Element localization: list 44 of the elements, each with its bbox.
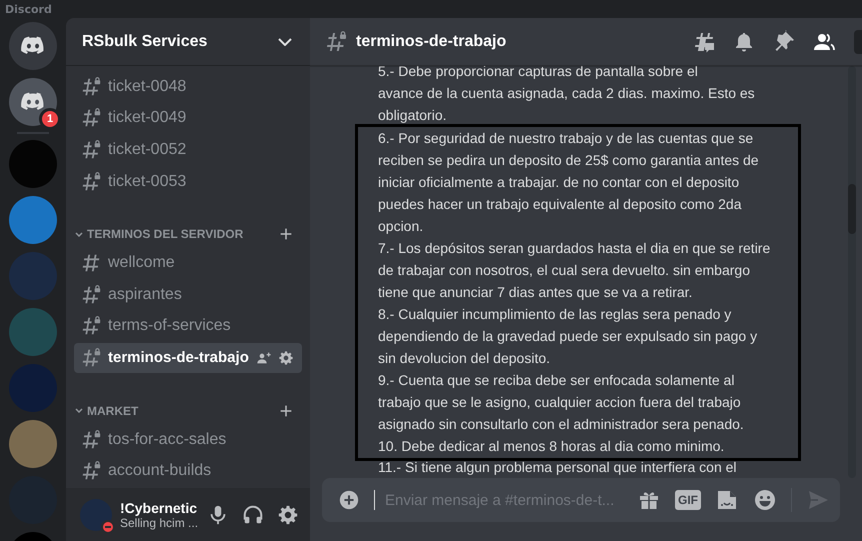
channel-item[interactable]: terminos-de-trabajo <box>74 343 302 373</box>
settings-icon[interactable] <box>276 504 299 526</box>
channel-item[interactable]: tos-for-acc-sales <box>74 424 302 454</box>
channel-item[interactable]: terms-of-services <box>74 312 302 342</box>
emoji-icon <box>753 488 777 512</box>
message-text: 7.- Los depósitos seran guardados hasta el dia en que se retire de trabajar con nosotros, el cual sera devuelto. sin embargo tiene que anunciar 7 dias antes que se va a retirar. <box>378 239 772 302</box>
attach-button[interactable] <box>338 489 360 511</box>
app-title: Discord <box>5 2 52 16</box>
user-avatar[interactable] <box>80 498 112 530</box>
channel-title: terminos-de-trabajo <box>356 32 508 50</box>
plus-circle-icon <box>338 489 360 511</box>
category-label[interactable]: TERMINOS DEL SERVIDOR <box>87 227 277 242</box>
send-icon <box>806 488 830 512</box>
headphones-icon[interactable] <box>242 504 264 526</box>
custom-status: Selling hcim ... <box>120 516 198 530</box>
channel-item[interactable]: ticket-0052 <box>74 135 302 165</box>
message-text: 8.- Cualquier incumplimiento de las reglas sera penado y dependiendo de la gravedad puede ser expulsado sin pago y sin devolucion del deposito. <box>378 305 758 368</box>
channel-item[interactable]: ticket-0048 <box>74 72 302 102</box>
emoji-button[interactable] <box>753 488 777 512</box>
channel-item[interactable]: ticket-0053 <box>74 166 302 196</box>
username: !Cybernetic <box>120 500 198 516</box>
scrollbar[interactable] <box>848 66 856 478</box>
channel-item[interactable]: account-builds <box>74 456 302 486</box>
chevron-down-icon <box>278 38 292 46</box>
add-channel-icon <box>278 226 294 242</box>
channel-item[interactable]: aspirantes <box>74 280 302 310</box>
message-text: 10. Debe dedicar al menos 8 horas al dia como minimo. <box>378 437 726 456</box>
notification-badge: 1 <box>39 108 61 130</box>
server-name[interactable]: RSbulk Services <box>82 32 208 50</box>
settings-icon[interactable] <box>278 350 294 366</box>
sticker-button[interactable] <box>715 488 739 512</box>
add-channel-icon <box>278 402 294 419</box>
message-text: 9.- Cuenta que se reciba debe ser enfocada solamente al trabajo que se le asigno, cualquier accion fuera del trabajo asignado sin consultarlo con el administrador sera penado. <box>378 371 745 434</box>
add-person-icon[interactable] <box>256 350 272 366</box>
channel-item[interactable]: ticket-0049 <box>74 104 302 134</box>
search-field[interactable] <box>854 30 862 54</box>
message-text: 5.- Debe proporcionar capturas de pantalla sobre el avance de la cuenta asignada, cada 2 dias. maximo. Esto es obligatorio. <box>378 62 756 125</box>
message-text: 6.- Por seguridad de nuestro trabajo y de las cuentas que se reciben se pedira un deposito de 25$ como garantia antes de iniciar oficialmente a trabajar. de no contar con el deposito puedes hacer un trabajo equivalente al deposito como 2da opcion. <box>378 129 760 236</box>
channel-item[interactable]: wellcome <box>74 248 302 278</box>
server-icon[interactable] <box>9 22 57 70</box>
sticker-icon <box>715 488 739 512</box>
category-label[interactable]: MARKET <box>87 404 277 418</box>
message-text: 11.- Si tiene algun problema personal que interfiera con el <box>378 458 738 477</box>
gif-button[interactable]: GIF <box>675 490 701 510</box>
